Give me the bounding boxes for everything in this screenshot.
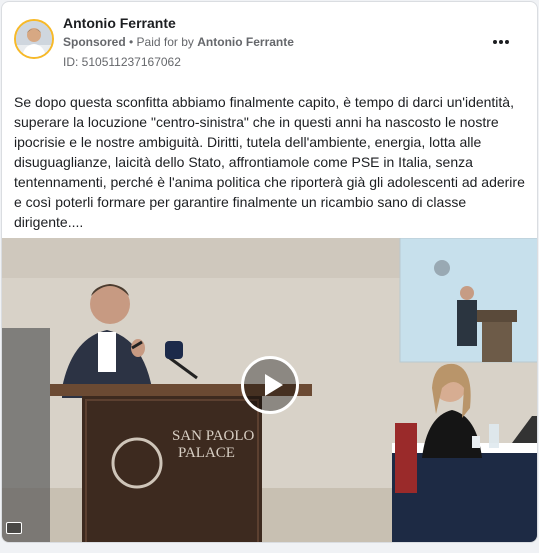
- more-dot: [499, 40, 503, 44]
- podium-sign-line2: PALACE: [178, 445, 235, 461]
- paid-for-name[interactable]: Antonio Ferrante: [197, 35, 294, 49]
- sponsored-label: Sponsored: [63, 35, 126, 49]
- post-header: Antonio Ferrante Sponsored • Paid for by…: [2, 2, 537, 82]
- avatar-photo: [16, 21, 52, 57]
- more-horizontal-icon: [493, 40, 497, 44]
- more-dot: [505, 40, 509, 44]
- avatar[interactable]: [14, 19, 54, 59]
- podium-sign-line1: SAN PAOLO: [172, 428, 255, 444]
- ad-id: ID: 510511237167062: [63, 55, 181, 69]
- post-video[interactable]: SAN PAOLO PALACE: [2, 238, 537, 542]
- closed-caption-icon[interactable]: [6, 522, 22, 534]
- more-options-button[interactable]: [491, 32, 519, 52]
- paid-for-prefix: Paid for by: [136, 35, 198, 49]
- play-button[interactable]: [241, 356, 299, 414]
- meta-separator: •: [125, 35, 137, 49]
- sponsored-post-card: Antonio Ferrante Sponsored • Paid for by…: [1, 1, 538, 543]
- post-sponsor-line: Sponsored • Paid for by Antonio Ferrante: [63, 35, 294, 49]
- post-body-text: Se dopo questa sconfitta abbiamo finalme…: [14, 94, 525, 230]
- post-author-name[interactable]: Antonio Ferrante: [63, 15, 176, 31]
